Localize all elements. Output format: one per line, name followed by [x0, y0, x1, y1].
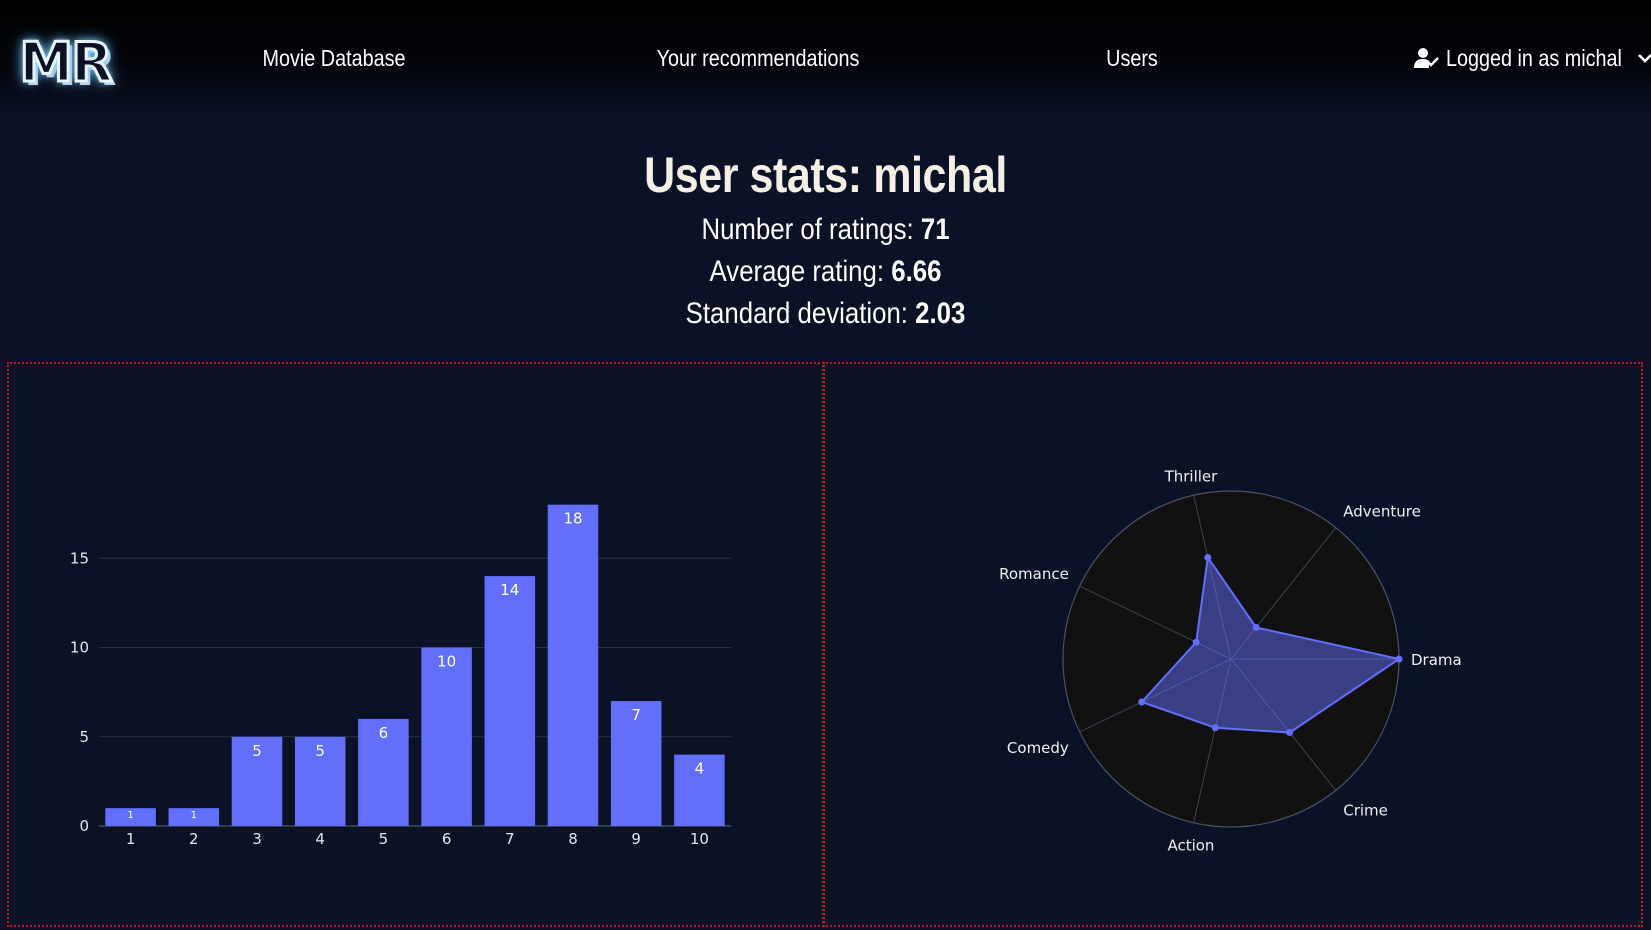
stat-number-of-ratings: Number of ratings: 71	[116, 213, 1536, 247]
stat-value: 71	[920, 213, 950, 246]
radar-axis-label: Thriller	[1164, 468, 1219, 486]
user-menu-label: Logged in as michal	[1446, 44, 1622, 71]
bar-value-label: 4	[695, 760, 705, 778]
x-tick-label: 10	[690, 830, 709, 848]
radar-axis-label: Romance	[999, 565, 1069, 583]
stat-label: Standard deviation:	[685, 297, 908, 330]
radar-point[interactable]	[1211, 724, 1219, 732]
y-tick-label: 10	[70, 639, 89, 657]
radar-point[interactable]	[1192, 638, 1200, 646]
bar-value-label: 10	[437, 653, 456, 671]
bar[interactable]	[484, 576, 536, 826]
y-tick-label: 0	[79, 817, 89, 835]
bar-value-label: 5	[252, 742, 262, 760]
bar-value-label: 7	[631, 706, 641, 724]
radar-axis-label: Adventure	[1343, 502, 1421, 520]
stat-label: Average rating:	[709, 255, 885, 288]
bar[interactable]	[421, 647, 472, 827]
radar-point[interactable]	[1252, 623, 1260, 631]
x-tick-label: 3	[252, 830, 262, 848]
radar-point[interactable]	[1204, 553, 1212, 561]
page-title: User stats: michal	[644, 147, 1007, 203]
x-tick-label: 5	[379, 830, 389, 848]
x-tick-label: 6	[442, 830, 452, 848]
ratings-bar-chart: 0 5 10 15 1 1 1 2 5 3 5 4 6 5 10 6 14 7 18 8 7 9 4 10	[70, 504, 731, 848]
x-tick-label: 4	[315, 830, 325, 848]
logo-text: MR	[18, 29, 114, 95]
bar-value-label: 1	[191, 810, 197, 821]
x-tick-label: 9	[631, 830, 641, 848]
navbar: MR Movie Database Your recommendations U…	[0, 0, 1651, 118]
radar-point[interactable]	[1138, 698, 1146, 706]
x-tick-label: 2	[189, 830, 199, 848]
stat-standard-deviation: Standard deviation: 2.03	[116, 297, 1536, 331]
radar-point[interactable]	[1286, 729, 1294, 737]
genre-radar-chart: Drama Adventure Thriller Romance Comedy Actio…	[999, 468, 1462, 855]
nav-link-movie-database[interactable]: Movie Database	[255, 41, 413, 75]
stat-value: 6.66	[891, 255, 942, 288]
stat-label: Number of ratings:	[701, 213, 914, 246]
bar-value-label: 14	[500, 581, 519, 599]
bar-value-label: 1	[127, 810, 133, 821]
radar-point[interactable]	[1395, 655, 1403, 663]
radar-axis-label: Comedy	[1007, 739, 1069, 757]
bar-value-label: 6	[379, 724, 389, 742]
stat-average-rating: Average rating: 6.66	[116, 255, 1536, 289]
radar-axis-label: Action	[1167, 836, 1214, 854]
x-tick-label: 1	[126, 830, 136, 848]
stat-value: 2.03	[915, 297, 966, 330]
bar-value-label: 18	[563, 510, 582, 528]
ratings-histogram-panel: 0 5 10 15 1 1 1 2 5 3 5 4 6 5 10 6 14 7 18 8 7 9 4 10	[7, 362, 824, 927]
y-tick-label: 5	[79, 728, 89, 746]
chevron-down-icon	[1637, 52, 1651, 64]
bar-value-label: 5	[315, 742, 325, 760]
x-tick-label: 8	[568, 830, 578, 848]
y-tick-label: 15	[70, 549, 89, 567]
site-logo[interactable]: MR	[6, 29, 124, 95]
radar-axis-label: Drama	[1411, 651, 1462, 669]
bar[interactable]	[547, 504, 599, 826]
nav-link-your-recommendations[interactable]: Your recommendations	[657, 41, 860, 75]
nav-link-users[interactable]: Users	[1101, 41, 1163, 75]
user-menu-dropdown[interactable]: Logged in as michal	[1414, 41, 1651, 75]
x-tick-label: 7	[505, 830, 515, 848]
genre-radar-panel: Drama Adventure Thriller Romance Comedy Actio…	[823, 362, 1643, 927]
radar-axis-label: Crime	[1343, 802, 1388, 820]
user-check-icon	[1414, 46, 1440, 70]
